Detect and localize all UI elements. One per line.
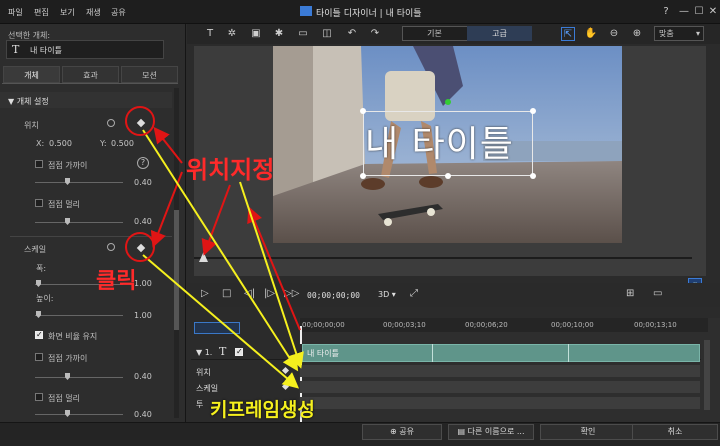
highlight-ring (125, 232, 155, 262)
arrow (142, 254, 300, 389)
arrow (239, 181, 304, 369)
annotation-position: 위치지정 (186, 156, 275, 184)
arrow (247, 206, 301, 331)
arrow (201, 184, 231, 256)
annotation-click: 클릭 (96, 269, 137, 294)
annotation-arrows (142, 126, 304, 389)
highlight-ring (125, 106, 155, 136)
annotation-keyframe: 키프레임생성 (210, 399, 315, 421)
